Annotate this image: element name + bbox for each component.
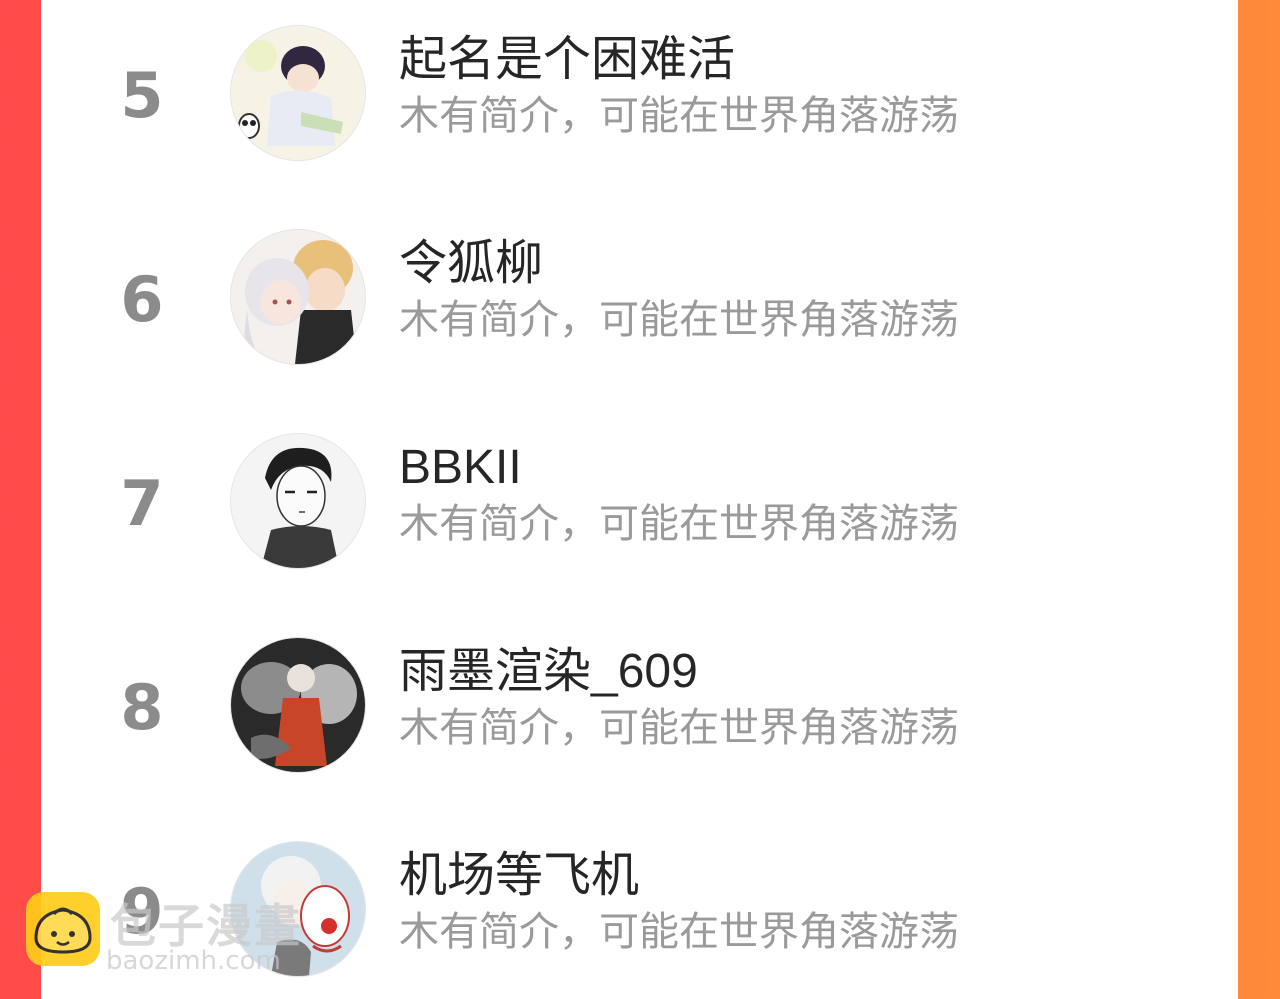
bun-mascot-icon (26, 892, 100, 966)
list-item[interactable]: 8 雨墨渲染_609 木有简介，可能在世界角落游荡 (41, 612, 1238, 816)
user-bio: 木有简介，可能在世界角落游荡 (399, 706, 959, 750)
avatar[interactable] (230, 25, 366, 161)
ink-sketch-boy-avatar (231, 434, 365, 568)
user-bio: 木有简介，可能在世界角落游荡 (399, 910, 959, 954)
rank-number: 8 (120, 671, 164, 744)
user-name[interactable]: 机场等飞机 (399, 852, 639, 900)
dark-illustration-avatar (231, 638, 365, 772)
avatar[interactable] (230, 229, 366, 365)
rank-number: 6 (120, 263, 164, 336)
two-anime-characters-avatar (231, 230, 365, 364)
user-bio: 木有简介，可能在世界角落游荡 (399, 94, 959, 138)
watermark-url: baozimh.com (106, 946, 281, 976)
rank-number: 5 (120, 59, 164, 132)
avatar[interactable] (230, 433, 366, 569)
ranking-panel: 5 起名是个困难活 木有简介，可能在世界角落游荡 6 令狐柳 木有简介，可能在世… (41, 0, 1238, 999)
user-name[interactable]: 令狐柳 (399, 240, 543, 288)
rank-number: 7 (120, 467, 164, 540)
user-bio: 木有简介，可能在世界角落游荡 (399, 298, 959, 342)
list-item[interactable]: 7 BBKII 木有简介，可能在世界角落游荡 (41, 408, 1238, 612)
anime-boy-writing-avatar (231, 26, 365, 160)
user-name[interactable]: 起名是个困难活 (399, 36, 735, 84)
list-item[interactable]: 5 起名是个困难活 木有简介，可能在世界角落游荡 (41, 0, 1238, 204)
watermark: 包子漫畫 baozimh.com (24, 890, 324, 980)
user-bio: 木有简介，可能在世界角落游荡 (399, 502, 959, 546)
user-name[interactable]: BBKII (399, 444, 522, 492)
list-item[interactable]: 6 令狐柳 木有简介，可能在世界角落游荡 (41, 204, 1238, 408)
avatar[interactable] (230, 637, 366, 773)
user-name[interactable]: 雨墨渲染_609 (399, 648, 698, 696)
